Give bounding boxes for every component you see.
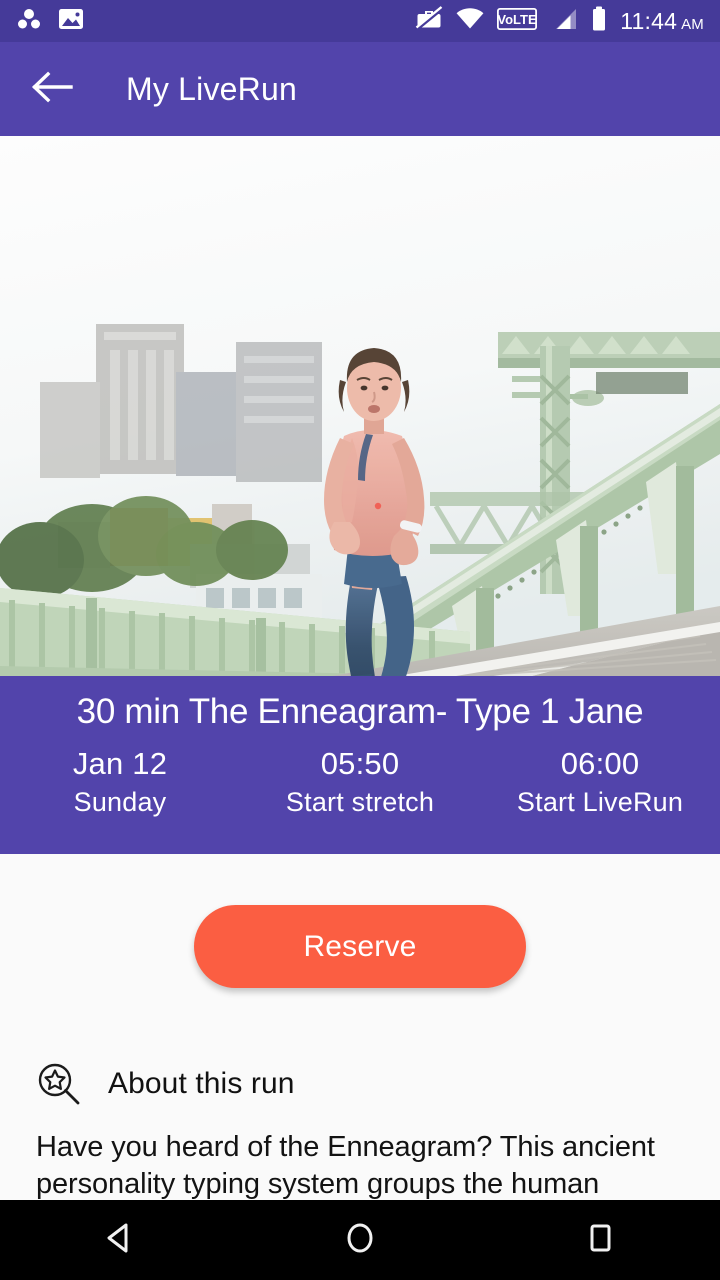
square-recents-icon: [581, 1219, 619, 1262]
status-bar: VoLTE 11:44 AM: [0, 0, 720, 42]
status-bar-clock: 11:44 AM: [620, 8, 704, 35]
content-area: Reserve About this run Have you heard of…: [0, 854, 720, 1200]
nav-back-button[interactable]: [0, 1200, 240, 1280]
session-info-panel: 30 min The Enneagram- Type 1 Jane Jan 12…: [0, 676, 720, 854]
svg-text:VoLTE: VoLTE: [498, 12, 538, 27]
reserve-button-container: Reserve: [0, 854, 720, 988]
stat-date: Jan 12 Sunday: [0, 744, 240, 821]
nav-home-button[interactable]: [240, 1200, 480, 1280]
run-hero-image: [0, 136, 720, 676]
status-bar-right-icons: VoLTE 11:44 AM: [415, 5, 704, 37]
apps-cluster-icon: [16, 6, 42, 37]
stat-stretch-time: 05:50 Start stretch: [240, 744, 480, 821]
nav-recents-button[interactable]: [480, 1200, 720, 1280]
android-navigation-bar: [0, 1200, 720, 1280]
volte-icon: VoLTE: [497, 7, 538, 35]
stat-liverun-time: 06:00 Start LiveRun: [480, 744, 720, 821]
magnifier-star-icon: [36, 1061, 82, 1107]
page-title: My LiveRun: [126, 70, 297, 107]
clock-time: 11:44: [620, 7, 678, 34]
stat-liverun-label: Start LiveRun: [516, 787, 684, 817]
stat-date-value: Jan 12: [72, 746, 168, 781]
work-profile-off-icon: [415, 5, 443, 37]
wifi-icon: [456, 7, 484, 36]
stat-stretch-label: Start stretch: [285, 787, 435, 817]
photo-icon: [58, 6, 84, 37]
about-section-body: Have you heard of the Enneagram? This an…: [36, 1131, 655, 1200]
session-title: 30 min The Enneagram- Type 1 Jane: [76, 692, 644, 731]
stat-date-label: Sunday: [73, 787, 167, 817]
cellular-signal-icon: [550, 7, 578, 36]
battery-icon: [591, 6, 607, 37]
status-bar-left-icons: [16, 6, 84, 37]
circle-home-icon: [341, 1219, 379, 1262]
arrow-left-icon: [31, 70, 73, 109]
session-stats-row: Jan 12 Sunday 05:50 Start stretch 06:00 …: [0, 744, 720, 821]
clock-period: AM: [681, 15, 704, 33]
reserve-button[interactable]: Reserve: [194, 905, 526, 988]
about-section-title: About this run: [108, 1067, 295, 1100]
phone-screen: VoLTE 11:44 AM My LiveRun 30 min The Enn…: [0, 0, 720, 1280]
triangle-back-icon: [101, 1219, 139, 1262]
stat-stretch-value: 05:50: [320, 746, 400, 781]
about-section-header: About this run: [0, 1061, 720, 1107]
app-bar: My LiveRun: [0, 42, 720, 136]
stat-liverun-value: 06:00: [560, 746, 640, 781]
back-navigation-button[interactable]: [26, 63, 78, 115]
